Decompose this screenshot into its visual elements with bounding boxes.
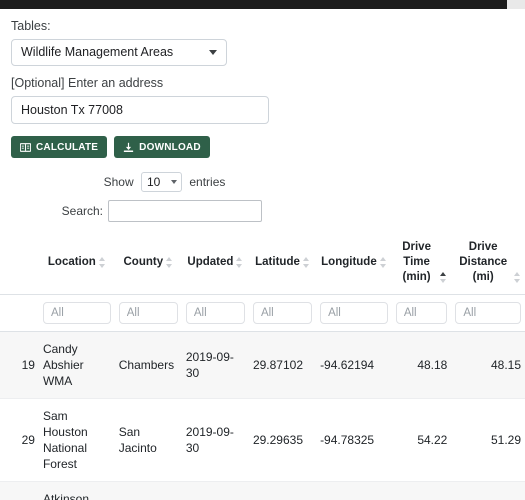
cell-updated [181, 481, 249, 500]
sort-icon [514, 271, 521, 284]
address-label: [Optional] Enter an address [11, 76, 164, 90]
scrollbar-nub[interactable] [507, 0, 525, 9]
form-actions: CALCULATE DOWNLOAD [0, 124, 525, 158]
cell-longitude: -94.62194 [316, 331, 392, 399]
cell-county: Chambers [114, 331, 182, 399]
sort-icon [166, 256, 173, 269]
column-header-latitude-label: Latitude [255, 256, 300, 268]
column-header-updated-label: Updated [187, 256, 234, 268]
cell-index [0, 481, 39, 500]
cell-latitude [248, 481, 317, 500]
column-filter-county[interactable] [118, 302, 178, 324]
sort-icon-active-ascending [440, 271, 447, 284]
cell-latitude: 29.87102 [248, 331, 317, 399]
table-row[interactable]: 29 Sam Houston National Forest San Jacin… [0, 398, 525, 482]
sort-icon [379, 256, 387, 269]
table-row[interactable]: 19 Candy Abshier WMA Chambers 2019-09-30… [0, 331, 525, 399]
column-header-longitude[interactable]: Longitude [316, 236, 392, 295]
cell-index: 29 [0, 398, 39, 482]
column-filter-cell-latitude [248, 294, 317, 332]
column-filter-longitude[interactable] [320, 302, 388, 324]
download-icon [123, 142, 134, 153]
column-header-index[interactable] [0, 236, 39, 295]
download-button[interactable]: DOWNLOAD [114, 136, 210, 158]
results-table: Location County Updated Latitude Longitu… [0, 236, 525, 500]
column-filter-row [0, 294, 525, 332]
column-filter-cell-longitude [316, 294, 392, 332]
column-header-drive-distance-label: Drive Distance (mi) [459, 241, 508, 283]
cell-location: Sam Houston National Forest [38, 398, 115, 482]
cell-drive-time: 48.18 [391, 331, 452, 399]
page-length-control: Show 10 entries [0, 172, 525, 192]
cell-latitude: 29.29635 [248, 398, 317, 482]
download-button-label: DOWNLOAD [139, 141, 201, 153]
column-header-latitude[interactable]: Latitude [248, 236, 317, 295]
sort-icon [98, 256, 106, 269]
column-header-drive-distance[interactable]: Drive Distance (mi) [451, 236, 525, 295]
query-form: Tables: Wildlife Management Areas [Optio… [0, 9, 525, 222]
column-header-county[interactable]: County [114, 236, 182, 295]
search-input[interactable] [108, 200, 263, 222]
cell-location: Candy Abshier WMA [38, 331, 115, 399]
column-filter-drive-time[interactable] [395, 302, 448, 324]
column-filter-cell-updated [181, 294, 249, 332]
browser-chrome-bar [0, 0, 525, 9]
search-label: Search: [61, 204, 103, 218]
page-length-select[interactable]: 10 [141, 172, 182, 192]
search-control: Search: [0, 192, 525, 222]
app-root: Tables: Wildlife Management Areas [Optio… [0, 0, 525, 500]
column-header-location[interactable]: Location [38, 236, 115, 295]
cell-longitude: -94.78325 [316, 398, 392, 482]
page-length-wrapper: 10 [141, 172, 182, 192]
sort-icon [236, 256, 243, 269]
sort-icon [302, 256, 310, 269]
cell-drive-distance: 48.15 [451, 331, 525, 399]
datatable-controls: Show 10 entries Search: [0, 158, 525, 222]
cell-updated: 2019-09-30 [181, 398, 249, 482]
column-header-county-label: County [123, 256, 164, 268]
entries-label: entries [189, 175, 226, 189]
column-filter-drive-distance[interactable] [455, 302, 521, 324]
results-table-scroll[interactable]: Location County Updated Latitude Longitu… [0, 236, 525, 500]
show-label: Show [103, 175, 134, 189]
cell-drive-time [391, 481, 452, 500]
column-header-drive-time[interactable]: Drive Time (min) [391, 236, 452, 295]
column-filter-cell-location [38, 294, 115, 332]
column-filter-location[interactable] [42, 302, 111, 324]
cell-county [114, 481, 182, 500]
cell-longitude [316, 481, 392, 500]
cell-drive-time: 54.22 [391, 398, 452, 482]
header-row: Location County Updated Latitude Longitu… [0, 236, 525, 295]
column-header-drive-time-label: Drive Time (min) [402, 241, 431, 283]
calculate-button-label: CALCULATE [36, 141, 99, 153]
cell-index: 19 [0, 331, 39, 399]
column-filter-cell-index [0, 294, 39, 332]
column-filter-updated[interactable] [185, 302, 245, 324]
column-filter-cell-county [114, 294, 182, 332]
map-icon [20, 142, 31, 153]
cell-county: San Jacinto [114, 398, 182, 482]
column-header-longitude-label: Longitude [321, 256, 377, 268]
calculate-button[interactable]: CALCULATE [11, 136, 108, 158]
address-input[interactable] [11, 96, 269, 124]
column-filter-cell-drive-time [391, 294, 452, 332]
column-filter-latitude[interactable] [252, 302, 313, 324]
results-table-body: 19 Candy Abshier WMA Chambers 2019-09-30… [0, 331, 525, 500]
cell-location: Atkinson [38, 481, 115, 500]
column-header-updated[interactable]: Updated [181, 236, 249, 295]
cell-drive-distance [451, 481, 525, 500]
table-select-wrapper: Wildlife Management Areas [11, 39, 227, 66]
cell-updated: 2019-09-30 [181, 331, 249, 399]
column-filter-cell-drive-distance [451, 294, 525, 332]
table-select[interactable]: Wildlife Management Areas [11, 39, 227, 66]
column-header-location-label: Location [47, 256, 96, 268]
results-table-head: Location County Updated Latitude Longitu… [0, 236, 525, 332]
table-row[interactable]: Atkinson [0, 481, 525, 500]
tables-label: Tables: [11, 19, 51, 33]
cell-drive-distance: 51.29 [451, 398, 525, 482]
